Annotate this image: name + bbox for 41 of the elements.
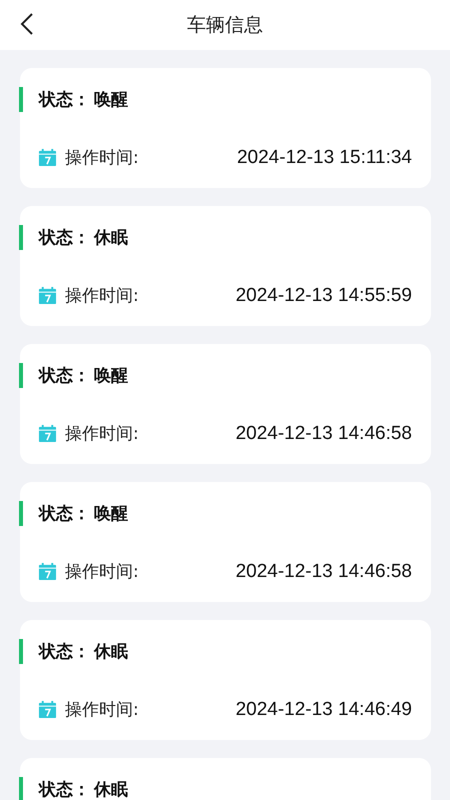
- record-card[interactable]: 状态： 唤醒 操作时间: 2024-12-13 14:46:58: [20, 482, 431, 602]
- calendar-icon: [38, 562, 57, 581]
- status-label: 状态：: [39, 226, 90, 248]
- status-value: 休眠: [94, 226, 128, 248]
- status-marker: [19, 500, 23, 526]
- back-icon[interactable]: [20, 12, 34, 36]
- status-marker: [19, 776, 23, 800]
- time-label: 操作时间:: [65, 147, 139, 169]
- status-marker: [19, 224, 23, 250]
- status-value: 休眠: [94, 640, 128, 662]
- time-value: 2024-12-13 14:46:58: [236, 560, 412, 582]
- record-card[interactable]: 状态： 休眠 操作时间: 2024-12-13 14:46:49: [20, 620, 431, 740]
- time-value: 2024-12-13 15:11:34: [236, 146, 412, 168]
- status-label: 状态：: [39, 502, 90, 524]
- status-value: 唤醒: [94, 502, 128, 524]
- page-title: 车辆信息: [187, 13, 263, 38]
- status-marker: [19, 86, 23, 112]
- calendar-icon: [38, 700, 57, 719]
- status-label: 状态：: [39, 778, 90, 800]
- time-label: 操作时间:: [65, 561, 139, 583]
- status-label: 状态：: [39, 640, 90, 662]
- status-marker: [19, 362, 23, 388]
- time-label: 操作时间:: [65, 285, 139, 307]
- status-marker: [19, 638, 23, 664]
- status-label: 状态：: [39, 88, 90, 110]
- time-label: 操作时间:: [65, 699, 139, 721]
- record-card[interactable]: 状态： 唤醒 操作时间: 2024-12-13 14:46:58: [20, 344, 431, 464]
- status-value: 唤醒: [94, 88, 128, 110]
- calendar-icon: [38, 286, 57, 305]
- time-value: 2024-12-13 14:55:59: [236, 284, 412, 306]
- status-value: 休眠: [94, 778, 128, 800]
- calendar-icon: [38, 424, 57, 443]
- record-card[interactable]: 状态： 唤醒 操作时间: 2024-12-13 15:11:34: [20, 68, 431, 188]
- status-label: 状态：: [39, 364, 90, 386]
- record-card[interactable]: 状态： 休眠: [20, 758, 431, 800]
- record-card[interactable]: 状态： 休眠 操作时间: 2024-12-13 14:55:59: [20, 206, 431, 326]
- time-value: 2024-12-13 14:46:49: [236, 698, 412, 720]
- calendar-icon: [38, 148, 57, 167]
- time-label: 操作时间:: [65, 423, 139, 445]
- status-value: 唤醒: [94, 364, 128, 386]
- time-value: 2024-12-13 14:46:58: [236, 422, 412, 444]
